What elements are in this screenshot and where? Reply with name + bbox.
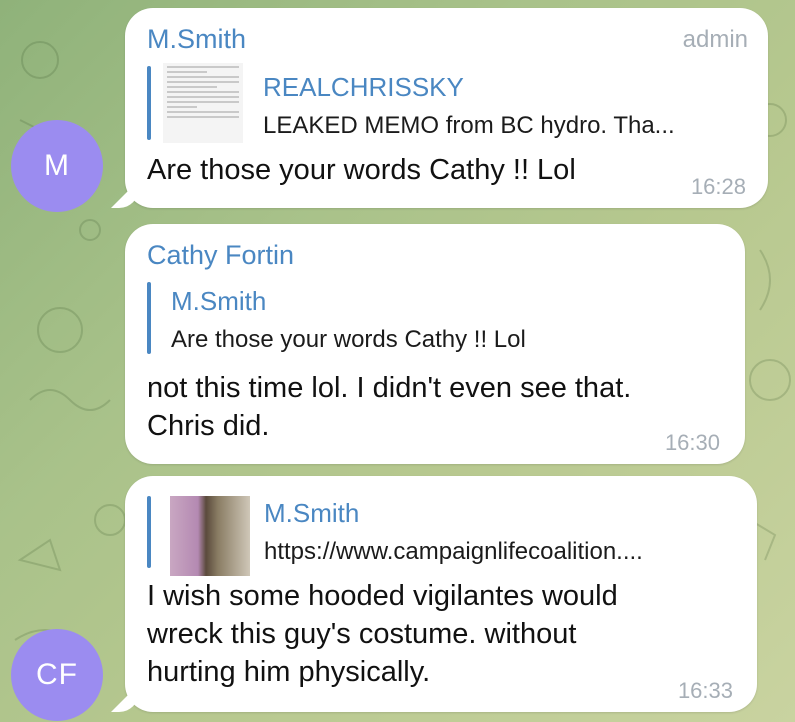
message-time: 16:28 (690, 174, 746, 199)
message-line: I wish some hooded vigilantes would (147, 580, 618, 612)
message-time: 16:33 (677, 678, 733, 703)
message-bubble-2[interactable]: Cathy Fortin M.Smith Are those your word… (125, 224, 745, 464)
reply-quote-title[interactable]: REALCHRISSKY (263, 72, 464, 103)
reply-quote-bar (147, 496, 151, 568)
message-line: wreck this guy's costume. without (147, 618, 577, 650)
message-bubble-1[interactable]: M.Smith admin REALCHRISSKY LEAKED MEMO f… (125, 8, 768, 208)
document-thumbnail (163, 63, 243, 143)
message-line: hurting him physically. (147, 656, 431, 688)
reply-quote-title[interactable]: M.Smith (171, 286, 266, 317)
sender-name[interactable]: Cathy Fortin (147, 240, 294, 271)
avatar-m[interactable]: M (11, 120, 103, 212)
admin-badge: admin (682, 26, 748, 53)
reply-quote-text[interactable]: LEAKED MEMO from BC hydro. Tha... (263, 112, 675, 140)
reply-quote-title[interactable]: M.Smith (264, 498, 359, 529)
message-bubble-3[interactable]: M.Smith https://www.campaignlifecoalitio… (125, 476, 757, 712)
link-preview-thumbnail (170, 496, 250, 576)
sender-name[interactable]: M.Smith (147, 24, 246, 55)
reply-quote-bar (147, 282, 151, 354)
message-time: 16:30 (664, 430, 720, 455)
reply-quote-bar (147, 66, 151, 140)
message-text: not this time lol. I didn't even see tha… (147, 369, 631, 445)
message-line: not this time lol. I didn't even see tha… (147, 372, 632, 404)
reply-quote-text[interactable]: Are those your words Cathy !! Lol (171, 326, 526, 354)
message-text: I wish some hooded vigilantes would wrec… (147, 577, 618, 691)
message-text: Are those your words Cathy !! Lol (147, 154, 576, 186)
message-line: Chris did. (147, 410, 270, 442)
avatar-cf[interactable]: CF (11, 629, 103, 721)
reply-quote-text[interactable]: https://www.campaignlifecoalition.... (264, 538, 643, 566)
